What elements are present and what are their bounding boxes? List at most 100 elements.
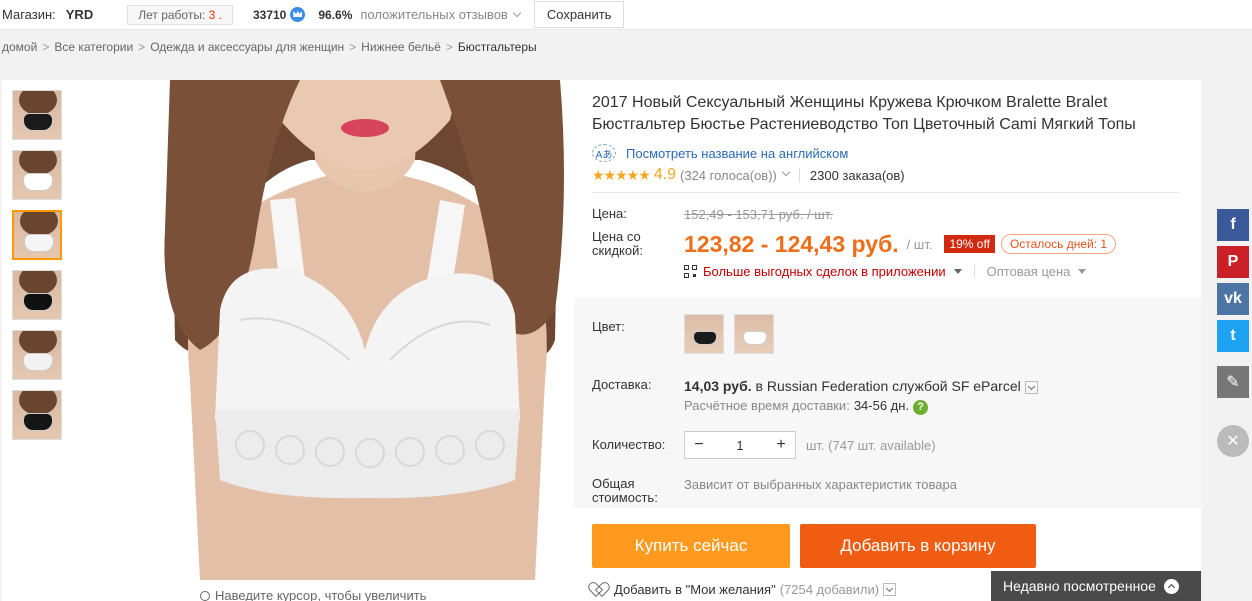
heart-icon [592, 583, 608, 597]
pinterest-share-icon[interactable]: P [1217, 246, 1249, 278]
price-old-value: 152,49 - 153,71 руб. / шт. [684, 207, 833, 222]
buy-now-button[interactable]: Купить сейчас [592, 524, 790, 568]
divider [973, 265, 975, 278]
action-buttons: Купить сейчас Добавить в корзину [592, 524, 1036, 568]
store-score[interactable]: 33710 [252, 7, 306, 22]
total-value: Зависит от выбранных характеристик товар… [684, 477, 957, 492]
magnifier-icon [200, 591, 210, 601]
rating-votes-link[interactable]: (324 голоса(ов)) [680, 168, 777, 183]
caret-down-icon[interactable] [1078, 269, 1087, 274]
price-unit: / шт. [906, 236, 933, 252]
feedback-label: положительных отзывов [360, 7, 508, 22]
zoom-hint: Наведите курсор, чтобы увеличить [200, 588, 426, 601]
thumbnail-image[interactable] [12, 390, 62, 440]
twitter-share-icon[interactable]: t [1217, 320, 1249, 352]
rating-stars-icon: ★★★★★ [592, 166, 651, 183]
color-row: Цвет: [592, 298, 1201, 354]
social-share-bar: f Pvk t ✎ [1217, 209, 1249, 403]
delivery-est-label: Расчётное время доставки: [684, 398, 850, 413]
qty-available: шт. (747 шт. available) [806, 437, 936, 453]
recently-viewed-label: Недавно посмотренное [1003, 578, 1156, 594]
breadcrumb-item[interactable]: Все категории [54, 40, 133, 54]
qty-increase-button[interactable]: + [767, 432, 795, 458]
chevron-down-icon[interactable] [781, 167, 791, 177]
thumbnail-image[interactable] [12, 330, 62, 380]
color-swatch[interactable] [734, 314, 774, 354]
price-new-value: 123,82 - 124,43 руб. [684, 230, 899, 257]
wholesale-price-link[interactable]: Оптовая цена [987, 264, 1071, 279]
translate-icon: Aあ [592, 144, 616, 162]
breadcrumb-item[interactable]: домой [2, 40, 37, 54]
qr-code-icon [684, 265, 697, 278]
wishlist-row[interactable]: Добавить в "Мои желания" (7254 добавили) [592, 582, 897, 597]
breadcrumb-item[interactable]: Нижнее бельё [361, 40, 441, 54]
thumbnail-image[interactable] [12, 150, 62, 200]
add-to-cart-button[interactable]: Добавить в корзину [800, 524, 1036, 568]
translate-link[interactable]: Aあ Посмотреть название на английском [592, 144, 1201, 162]
app-deals-link[interactable]: Больше выгодных сделок в приложении [703, 264, 946, 279]
divider [798, 168, 800, 182]
help-icon[interactable]: ? [913, 400, 929, 415]
chevron-down-icon [512, 8, 522, 18]
breadcrumb-separator: > [138, 40, 146, 54]
thumbnail-list [12, 90, 64, 450]
total-row: Общая стоимость: Зависит от выбранных ха… [592, 477, 1201, 505]
total-label: Общая стоимость: [592, 476, 658, 505]
close-icon[interactable]: ✕ [1217, 425, 1249, 457]
crown-icon [290, 7, 306, 22]
delivery-days: 34-56 дн. [853, 398, 910, 413]
zoom-hint-text: Наведите курсор, чтобы увеличить [215, 588, 427, 601]
qty-input[interactable]: 1 [713, 432, 767, 458]
positive-feedback-pct: 96.6% [318, 7, 353, 22]
product-card: Наведите курсор, чтобы увеличить 2017 Но… [2, 80, 1201, 601]
translate-link-text: Посмотреть название на английском [626, 145, 849, 161]
color-swatches [684, 314, 784, 354]
qty-decrease-button[interactable]: − [685, 432, 713, 458]
facebook-share-icon[interactable]: f [1217, 209, 1249, 241]
wishlist-link[interactable]: Добавить в "Мои желания" [614, 582, 776, 597]
main-product-image[interactable] [160, 80, 570, 580]
app-deals-row: Больше выгодных сделок в приложении Опто… [684, 264, 1201, 279]
store-name-link[interactable]: YRD [66, 7, 93, 22]
store-years-label: Лет работы: [138, 7, 209, 22]
caret-down-icon[interactable] [953, 269, 962, 274]
store-label: Магазин: [2, 7, 56, 22]
recently-viewed-bar[interactable]: Недавно посмотренное [991, 571, 1201, 601]
price-label: Цена: [592, 206, 627, 221]
chevron-up-icon[interactable] [1163, 578, 1179, 594]
color-label: Цвет: [592, 319, 625, 334]
product-title: 2017 Новый Сексуальный Женщины Кружева К… [592, 94, 1136, 133]
product-options: Цвет: Доставка: 14,03 руб. в Russian Fed… [574, 298, 1201, 508]
discount-price-label: Цена со скидкой: [592, 229, 643, 258]
store-years-badge: Лет работы: 3 . [127, 4, 233, 25]
breadcrumb-separator: > [445, 40, 453, 54]
shipping-label: Доставка: [592, 377, 652, 392]
product-photo [164, 80, 564, 580]
shipping-row: Доставка: 14,03 руб. в Russian Federatio… [592, 378, 1201, 415]
edit-share-icon[interactable]: ✎ [1217, 366, 1249, 398]
save-store-button[interactable]: Сохранить [533, 1, 625, 28]
breadcrumb-separator: > [42, 40, 50, 54]
store-score-value: 33710 [252, 7, 287, 22]
feedback-dropdown[interactable]: положительных отзывов [360, 7, 522, 22]
delivery-estimate: Расчётное время доставки: 34-56 дн.? [684, 398, 1038, 415]
wishlist-dropdown-icon[interactable] [883, 583, 897, 596]
rating-value: 4.9 [653, 166, 677, 183]
thumbnail-image[interactable] [12, 210, 62, 260]
store-bar: Магазин: YRD Лет работы: 3 . 33710 96.6%… [0, 0, 1252, 30]
thumbnail-image[interactable] [12, 90, 62, 140]
quantity-label: Количество: [592, 437, 666, 452]
shipping-info: 14,03 руб. в Russian Federation службой … [684, 378, 1038, 394]
thumbnail-image[interactable] [12, 270, 62, 320]
vk-share-icon[interactable]: vk [1217, 283, 1249, 315]
breadcrumb: домой > Все категории > Одежда и аксессуары … [2, 40, 537, 54]
rating-row: ★★★★★ 4.9 (324 голоса(ов)) 2300 заказа(о… [592, 166, 1180, 193]
price-new-row: Цена со скидкой: 123,82 - 124,43 руб. / … [592, 230, 1201, 258]
shipping-service: Russian Federation службой SF eParcel [766, 378, 1021, 394]
breadcrumb-item[interactable]: Одежда и аксессуары для женщин [150, 40, 344, 54]
breadcrumb-separator: > [349, 40, 357, 54]
shipping-dropdown-icon[interactable] [1024, 380, 1038, 394]
color-swatch[interactable] [684, 314, 724, 354]
breadcrumb-item[interactable]: Бюстгальтеры [458, 40, 537, 54]
quantity-row: Количество: − 1 + шт. (747 шт. available… [592, 431, 1201, 459]
